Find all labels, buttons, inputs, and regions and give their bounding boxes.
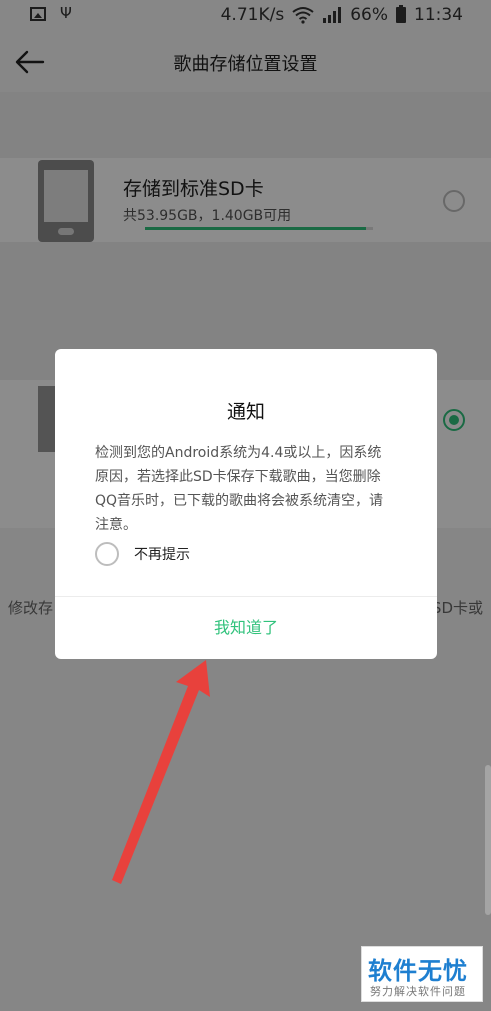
dont-remind-label: 不再提示 bbox=[134, 547, 190, 563]
dialog-message: 检测到您的Android系统为4.4或以上，因系统原因，若选择此SD卡保存下载歌… bbox=[95, 445, 384, 533]
confirm-button[interactable]: 我知道了 bbox=[55, 597, 437, 659]
checkbox-circle-icon[interactable] bbox=[95, 542, 119, 566]
dont-remind-checkbox[interactable]: 不再提示 bbox=[95, 541, 190, 567]
watermark-sub: 努力解决软件问题 bbox=[370, 985, 466, 998]
scrollbar bbox=[485, 765, 491, 915]
watermark-main: 软件无忧 bbox=[368, 957, 468, 985]
watermark-logo: 软件无忧 努力解决软件问题 bbox=[361, 946, 483, 1002]
notice-dialog: 通知 检测到您的Android系统为4.4或以上，因系统原因，若选择此SD卡保存… bbox=[55, 349, 437, 659]
dialog-title: 通知 bbox=[226, 401, 265, 423]
